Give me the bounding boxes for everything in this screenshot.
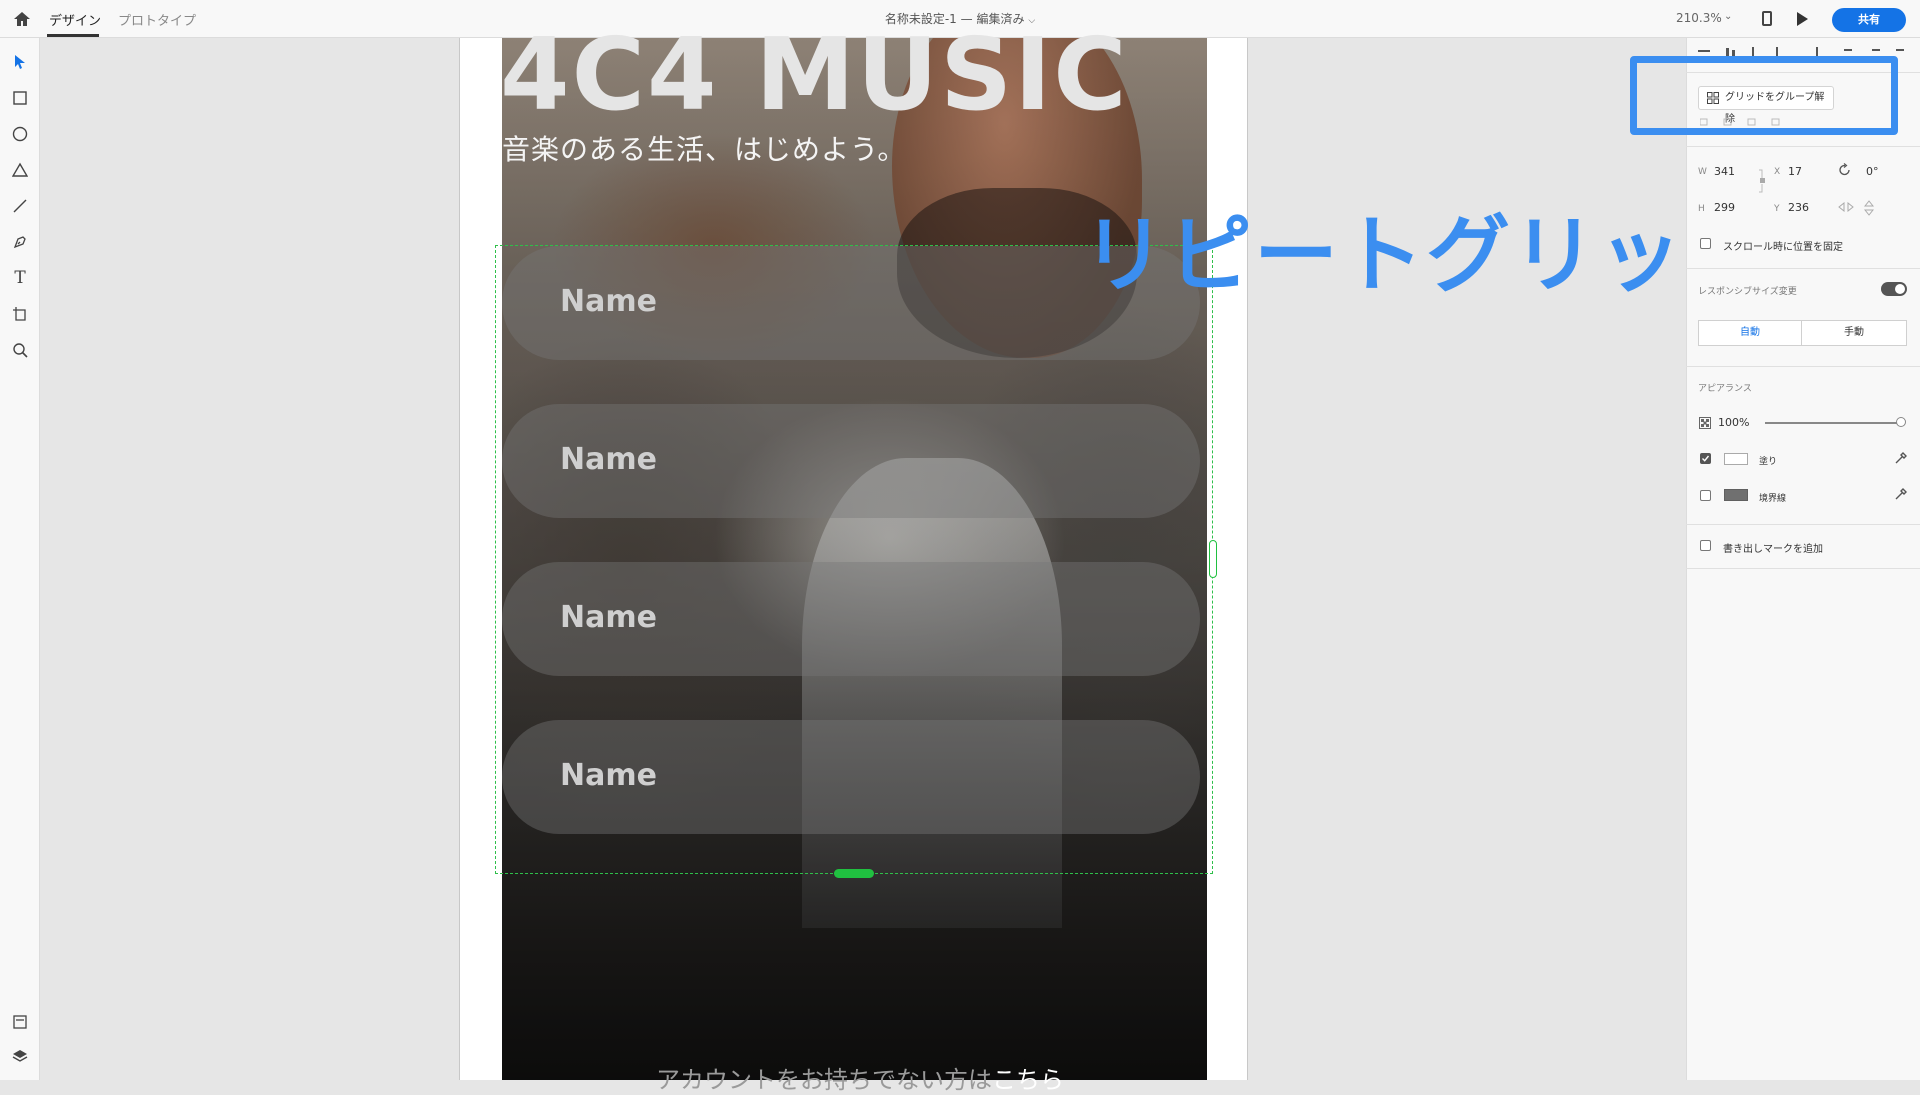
fix-position-checkbox[interactable] — [1700, 238, 1711, 249]
artboard-icon[interactable] — [8, 302, 32, 326]
rectangle-icon[interactable] — [8, 86, 32, 110]
opacity-slider-knob[interactable] — [1896, 417, 1906, 427]
fill-swatch[interactable] — [1724, 453, 1748, 465]
checkmark-icon — [1702, 455, 1710, 462]
pen-icon[interactable] — [8, 230, 32, 254]
width-field[interactable]: 341 — [1714, 165, 1735, 178]
responsive-resize-toggle[interactable] — [1881, 282, 1907, 296]
property-inspector — [1686, 38, 1920, 1080]
opacity-slider-track[interactable] — [1765, 422, 1901, 424]
eyedropper-icon[interactable] — [1894, 487, 1908, 501]
panel-divider — [1686, 568, 1920, 569]
panel-divider — [1686, 524, 1920, 525]
repeat-grid-horizontal-handle[interactable] — [1209, 540, 1217, 578]
panel-divider — [1686, 268, 1920, 269]
signup-link[interactable]: こちら — [992, 1066, 1064, 1094]
auto-button[interactable]: 自動 — [1698, 320, 1802, 346]
panel-divider — [1686, 146, 1920, 147]
device-preview-icon[interactable] — [1762, 11, 1772, 26]
opacity-icon — [1699, 417, 1711, 429]
lock-aspect-icon[interactable] — [1758, 168, 1766, 194]
width-label: W — [1698, 167, 1707, 177]
tab-design[interactable]: デザイン — [49, 10, 101, 29]
opacity-value[interactable]: 100% — [1718, 416, 1749, 429]
home-icon[interactable] — [12, 9, 32, 29]
text-icon[interactable]: T — [8, 266, 32, 290]
eyedropper-icon[interactable] — [1894, 451, 1908, 465]
y-field[interactable]: 236 — [1788, 201, 1809, 214]
signup-prompt: アカウントをお持ちでない方はこちら — [656, 1060, 1064, 1095]
panel-divider — [1686, 366, 1920, 367]
share-button[interactable]: 共有 — [1832, 8, 1906, 32]
repeat-grid-selection[interactable] — [495, 245, 1213, 874]
layers-icon[interactable] — [8, 1044, 32, 1068]
zoom-icon[interactable] — [8, 338, 32, 362]
appearance-heading: アピアランス — [1698, 384, 1752, 394]
x-field[interactable]: 17 — [1788, 165, 1802, 178]
app-logo[interactable]: 4C4 MUSIC — [500, 20, 1129, 130]
export-mark-label: 書き出しマークを追加 — [1723, 544, 1823, 555]
select-icon[interactable] — [8, 50, 32, 74]
annotation-label: リピートグリッド — [1082, 206, 1771, 304]
chevron-down-icon[interactable]: ⌄ — [1724, 11, 1732, 22]
export-mark-checkbox[interactable] — [1700, 540, 1711, 551]
assets-icon[interactable] — [8, 1010, 32, 1034]
flip-horizontal-icon[interactable] — [1838, 202, 1854, 212]
repeat-grid-vertical-handle[interactable] — [834, 869, 874, 878]
y-label: Y — [1774, 204, 1780, 214]
fix-position-label: スクロール時に位置を固定 — [1723, 242, 1843, 253]
height-field[interactable]: 299 — [1714, 201, 1735, 214]
manual-button[interactable]: 手動 — [1801, 320, 1907, 346]
fill-checkbox[interactable] — [1700, 453, 1711, 464]
rotation-field[interactable]: 0° — [1866, 165, 1879, 178]
x-label: X — [1774, 167, 1781, 177]
border-checkbox[interactable] — [1700, 490, 1711, 501]
border-label: 境界線 — [1759, 494, 1787, 504]
ellipse-icon[interactable] — [8, 122, 32, 146]
play-icon[interactable] — [1797, 12, 1808, 26]
zoom-level[interactable]: 210.3% — [1676, 11, 1722, 25]
height-label: H — [1698, 204, 1705, 214]
flip-vertical-icon[interactable] — [1864, 200, 1874, 216]
signup-text: アカウントをお持ちでない方は — [656, 1066, 992, 1094]
tagline[interactable]: 音楽のある生活、はじめよう。 — [502, 128, 906, 168]
highlight-frame — [1630, 56, 1898, 135]
line-icon[interactable] — [8, 194, 32, 218]
triangle-icon[interactable] — [8, 158, 32, 182]
responsive-resize-label: レスポンシブサイズ変更 — [1698, 287, 1797, 297]
rotate-icon — [1839, 163, 1850, 176]
tool-bar: T — [0, 38, 40, 1080]
tab-prototype[interactable]: プロトタイプ — [118, 10, 196, 29]
active-tab-indicator — [47, 34, 99, 37]
fill-label: 塗り — [1759, 457, 1778, 467]
border-swatch[interactable] — [1724, 489, 1748, 501]
